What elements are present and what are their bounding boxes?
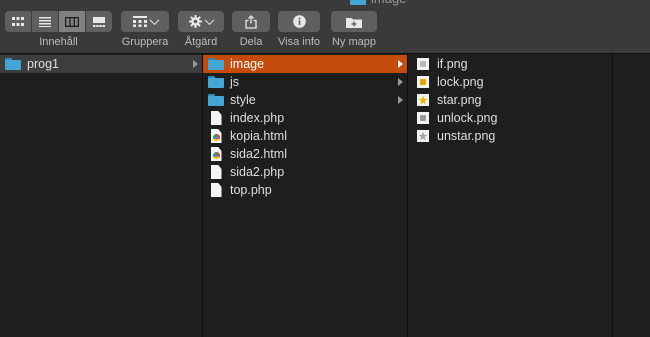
share-group: Dela xyxy=(232,11,270,48)
column-3[interactable]: if.png lock.png star.png unlock.png unst… xyxy=(408,54,613,337)
view-mode-control[interactable] xyxy=(5,11,112,32)
newfolder-label: Ny mapp xyxy=(331,36,377,48)
item-label: unlock.png xyxy=(437,111,498,125)
php-file-icon xyxy=(210,183,222,197)
gallery-view-button[interactable] xyxy=(86,11,112,32)
list-item[interactable]: kopia.html xyxy=(203,127,407,145)
list-item[interactable]: prog1 xyxy=(0,55,202,73)
window-title-text: image xyxy=(371,0,406,6)
star-thumbnail-icon xyxy=(417,94,429,106)
item-label: kopia.html xyxy=(230,129,287,143)
group-label: Gruppera xyxy=(121,36,169,48)
list-item[interactable]: index.php xyxy=(203,109,407,127)
info-group: Visa info xyxy=(278,11,320,48)
action-group: Åtgärd xyxy=(178,11,224,48)
item-label: star.png xyxy=(437,93,482,107)
window-title: image xyxy=(350,0,406,6)
column-view-button[interactable] xyxy=(59,11,86,32)
item-label: index.php xyxy=(230,111,285,125)
item-label: top.php xyxy=(230,183,272,197)
php-file-icon xyxy=(210,111,222,125)
item-label: if.png xyxy=(437,57,468,71)
item-label: prog1 xyxy=(27,57,59,71)
folder-icon xyxy=(208,94,224,106)
column-4[interactable] xyxy=(613,54,650,337)
chevron-down-icon xyxy=(204,15,215,26)
list-item[interactable]: star.png xyxy=(408,91,612,109)
share-icon xyxy=(245,14,257,29)
list-item[interactable]: sida2.php xyxy=(203,163,407,181)
icon-view-button[interactable] xyxy=(5,11,32,32)
list-view-button[interactable] xyxy=(32,11,59,32)
group-icon xyxy=(132,16,147,27)
list-item[interactable]: image xyxy=(203,55,407,73)
column-2[interactable]: image js style index.php kopia.html sida… xyxy=(203,54,408,337)
group-group: Gruppera xyxy=(121,11,169,48)
item-label: image xyxy=(230,57,265,71)
share-label: Dela xyxy=(239,36,263,48)
action-label: Åtgärd xyxy=(184,36,218,48)
list-item[interactable]: js xyxy=(203,73,407,91)
folder-icon xyxy=(350,0,366,5)
chrome-html-icon xyxy=(210,129,222,143)
view-label: Innehåll xyxy=(39,36,78,48)
columns-icon xyxy=(65,16,79,27)
chevron-right-icon xyxy=(398,96,403,104)
grid-icon xyxy=(12,16,24,26)
item-label: sida2.html xyxy=(230,147,287,161)
newfolder-group: Ny mapp xyxy=(331,11,377,48)
share-button[interactable] xyxy=(232,11,270,32)
chevron-down-icon xyxy=(149,15,159,26)
php-file-icon xyxy=(210,165,222,179)
folder-icon xyxy=(208,76,224,88)
list-item[interactable]: lock.png xyxy=(408,73,612,91)
folder-icon xyxy=(5,58,21,70)
list-item[interactable]: sida2.html xyxy=(203,145,407,163)
action-button[interactable] xyxy=(178,11,224,32)
chevron-right-icon xyxy=(398,60,403,68)
unlock-thumbnail-icon xyxy=(417,112,429,124)
folder-icon xyxy=(208,58,224,70)
info-label: Visa info xyxy=(278,36,320,48)
list-item[interactable]: style xyxy=(203,91,407,109)
info-button[interactable] xyxy=(278,11,320,32)
info-icon xyxy=(292,15,306,28)
chevron-right-icon xyxy=(398,78,403,86)
item-label: js xyxy=(230,75,240,89)
item-label: lock.png xyxy=(437,75,484,89)
list-item[interactable]: unlock.png xyxy=(408,109,612,127)
chevron-right-icon xyxy=(193,60,198,68)
column-browser: prog1 image js style index.php kopia.htm… xyxy=(0,54,650,337)
item-label: style xyxy=(230,93,256,107)
gear-icon xyxy=(189,15,202,28)
view-group: Innehåll xyxy=(5,11,112,48)
list-item[interactable]: top.php xyxy=(203,181,407,199)
item-label: unstar.png xyxy=(437,129,496,143)
lock-thumbnail-icon xyxy=(417,76,429,88)
item-label: sida2.php xyxy=(230,165,285,179)
column-1[interactable]: prog1 xyxy=(0,54,203,337)
chrome-html-icon xyxy=(210,147,222,161)
image-thumbnail-icon xyxy=(417,58,429,70)
group-button[interactable] xyxy=(121,11,169,32)
list-item[interactable]: if.png xyxy=(408,55,612,73)
list-icon xyxy=(39,16,51,27)
toolbar: image Innehåll xyxy=(0,0,650,54)
gallery-icon xyxy=(93,16,105,27)
new-folder-button[interactable] xyxy=(331,11,377,32)
unstar-thumbnail-icon xyxy=(417,130,429,142)
new-folder-icon xyxy=(346,17,362,28)
list-item[interactable]: unstar.png xyxy=(408,127,612,145)
